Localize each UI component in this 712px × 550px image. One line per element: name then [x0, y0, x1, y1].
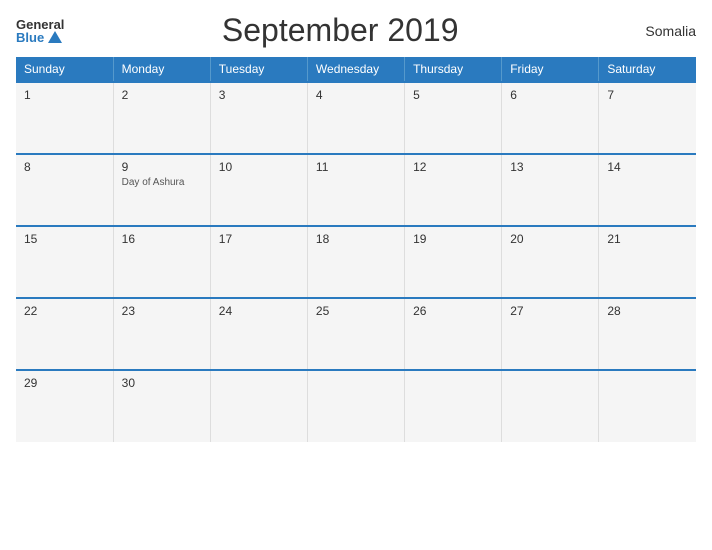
calendar-week-row: 29 30 — [16, 370, 696, 442]
day-number: 23 — [122, 304, 202, 318]
calendar-cell: 28 — [599, 298, 696, 370]
day-number: 29 — [24, 376, 105, 390]
day-number: 27 — [510, 304, 590, 318]
day-number: 25 — [316, 304, 396, 318]
calendar-week-row: 8 9 Day of Ashura 10 11 12 13 14 — [16, 154, 696, 226]
calendar-cell: 1 — [16, 82, 113, 154]
calendar-cell: 15 — [16, 226, 113, 298]
day-number: 30 — [122, 376, 202, 390]
day-number: 20 — [510, 232, 590, 246]
day-number: 26 — [413, 304, 493, 318]
logo-triangle-icon — [48, 31, 62, 43]
weekday-row: Sunday Monday Tuesday Wednesday Thursday… — [16, 57, 696, 82]
day-event: Day of Ashura — [122, 177, 185, 188]
calendar-cell: 21 — [599, 226, 696, 298]
header: General Blue September 2019 Somalia — [16, 12, 696, 49]
calendar-cell: 13 — [502, 154, 599, 226]
day-number: 19 — [413, 232, 493, 246]
calendar-week-row: 1 2 3 4 5 6 7 — [16, 82, 696, 154]
day-number: 18 — [316, 232, 396, 246]
calendar-week-row: 15 16 17 18 19 20 21 — [16, 226, 696, 298]
calendar-cell: 2 — [113, 82, 210, 154]
day-number: 21 — [607, 232, 688, 246]
calendar-cell: 26 — [405, 298, 502, 370]
logo-blue-text: Blue — [16, 31, 62, 44]
day-number: 4 — [316, 88, 396, 102]
calendar-cell: 16 — [113, 226, 210, 298]
header-monday: Monday — [113, 57, 210, 82]
calendar-cell: 17 — [210, 226, 307, 298]
calendar-cell: 20 — [502, 226, 599, 298]
calendar-cell — [405, 370, 502, 442]
day-number: 17 — [219, 232, 299, 246]
calendar-cell: 7 — [599, 82, 696, 154]
day-number: 5 — [413, 88, 493, 102]
day-number: 2 — [122, 88, 202, 102]
country-label: Somalia — [616, 23, 696, 39]
day-number: 22 — [24, 304, 105, 318]
calendar-cell: 29 — [16, 370, 113, 442]
calendar-cell — [502, 370, 599, 442]
calendar-cell: 3 — [210, 82, 307, 154]
header-thursday: Thursday — [405, 57, 502, 82]
header-sunday: Sunday — [16, 57, 113, 82]
day-number: 9 — [122, 160, 202, 174]
day-number: 11 — [316, 160, 396, 174]
calendar-cell: 18 — [307, 226, 404, 298]
day-number: 28 — [607, 304, 688, 318]
calendar-cell: 9 Day of Ashura — [113, 154, 210, 226]
logo-general-text: General — [16, 18, 64, 31]
calendar-cell: 6 — [502, 82, 599, 154]
calendar-cell: 5 — [405, 82, 502, 154]
day-number: 10 — [219, 160, 299, 174]
calendar-cell: 10 — [210, 154, 307, 226]
calendar-cell: 30 — [113, 370, 210, 442]
day-number: 3 — [219, 88, 299, 102]
calendar-body: 123456789Day of Ashura101112131415161718… — [16, 82, 696, 442]
calendar-page: General Blue September 2019 Somalia Sund… — [0, 0, 712, 550]
day-number: 8 — [24, 160, 105, 174]
day-number: 12 — [413, 160, 493, 174]
day-number: 16 — [122, 232, 202, 246]
header-tuesday: Tuesday — [210, 57, 307, 82]
day-number: 14 — [607, 160, 688, 174]
calendar-week-row: 22 23 24 25 26 27 28 — [16, 298, 696, 370]
header-wednesday: Wednesday — [307, 57, 404, 82]
day-number: 15 — [24, 232, 105, 246]
calendar-cell: 24 — [210, 298, 307, 370]
logo: General Blue — [16, 18, 64, 44]
calendar-cell: 14 — [599, 154, 696, 226]
header-saturday: Saturday — [599, 57, 696, 82]
calendar-cell: 19 — [405, 226, 502, 298]
calendar-cell: 8 — [16, 154, 113, 226]
calendar-cell: 27 — [502, 298, 599, 370]
calendar-cell: 4 — [307, 82, 404, 154]
day-number: 6 — [510, 88, 590, 102]
calendar-cell — [307, 370, 404, 442]
calendar-title: September 2019 — [64, 12, 616, 49]
calendar-cell: 22 — [16, 298, 113, 370]
calendar-cell: 25 — [307, 298, 404, 370]
calendar-cell — [599, 370, 696, 442]
day-number: 24 — [219, 304, 299, 318]
calendar-table: Sunday Monday Tuesday Wednesday Thursday… — [16, 57, 696, 442]
calendar-cell: 12 — [405, 154, 502, 226]
calendar-cell: 11 — [307, 154, 404, 226]
day-number: 13 — [510, 160, 590, 174]
calendar-cell: 23 — [113, 298, 210, 370]
calendar-cell — [210, 370, 307, 442]
calendar-header: Sunday Monday Tuesday Wednesday Thursday… — [16, 57, 696, 82]
header-friday: Friday — [502, 57, 599, 82]
day-number: 1 — [24, 88, 105, 102]
day-number: 7 — [607, 88, 688, 102]
